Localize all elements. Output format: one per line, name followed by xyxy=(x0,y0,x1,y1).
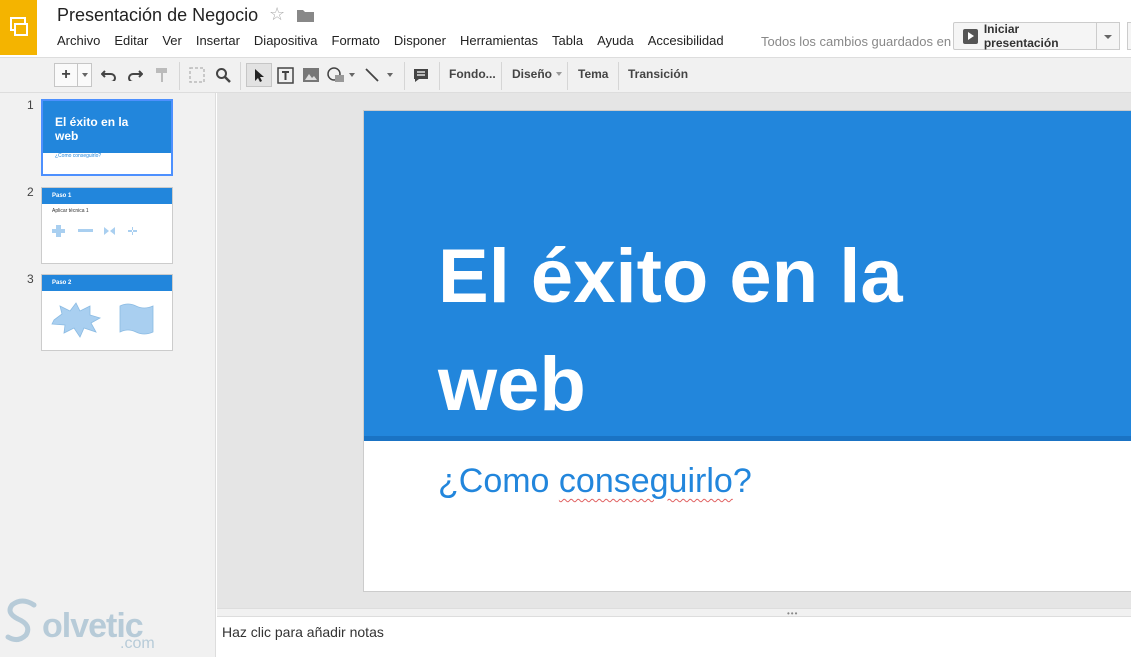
transition-button[interactable]: Transición xyxy=(628,67,688,81)
theme-button[interactable]: Tema xyxy=(578,67,608,81)
save-status[interactable]: Todos los cambios guardados en xyxy=(761,34,951,49)
thumb-title: Paso 1 xyxy=(52,193,72,199)
play-icon xyxy=(963,28,978,44)
toolbar-divider xyxy=(618,62,619,90)
shape-icon[interactable] xyxy=(326,63,346,87)
folder-icon[interactable] xyxy=(297,9,314,22)
new-slide-button[interactable]: + xyxy=(54,63,78,87)
menu-diapositiva[interactable]: Diapositiva xyxy=(247,33,325,51)
notes-placeholder: Haz clic para añadir notas xyxy=(222,624,384,640)
text-box-icon[interactable] xyxy=(275,63,295,87)
toolbar-divider xyxy=(404,62,405,90)
shape-dropdown[interactable] xyxy=(347,63,357,87)
spellcheck-word[interactable]: conseguirlo xyxy=(559,462,733,500)
thumb-shapes xyxy=(52,225,137,237)
slide-thumbnail-3[interactable]: Paso 2 xyxy=(41,274,173,351)
paint-format-icon[interactable] xyxy=(152,63,172,87)
speaker-notes[interactable]: Haz clic para añadir notas xyxy=(217,617,1131,657)
chevron-down-icon xyxy=(387,73,393,77)
notes-resize-handle[interactable]: ••• xyxy=(217,608,1131,618)
menu-herramientas[interactable]: Herramientas xyxy=(453,33,545,51)
redo-icon[interactable] xyxy=(125,63,145,87)
chevron-down-icon xyxy=(556,72,563,76)
thumb-subtitle: ¿Como conseguirlo? xyxy=(55,153,102,159)
slide-thumbnail-1[interactable]: El éxito en la web ¿Como conseguirlo? xyxy=(41,99,173,176)
select-tool-icon[interactable] xyxy=(246,63,272,87)
menu-formato[interactable]: Formato xyxy=(325,33,387,51)
toolbar-divider xyxy=(240,62,241,90)
slide-canvas: El éxito en la web ¿Como conseguirlo? xyxy=(217,93,1131,608)
menu-accesibilidad[interactable]: Accesibilidad xyxy=(641,33,731,51)
slides-logo[interactable] xyxy=(0,0,37,55)
slide-title[interactable]: El éxito en la web xyxy=(438,223,1038,439)
thumb-title: El éxito en la web xyxy=(55,115,129,143)
menu-disponer[interactable]: Disponer xyxy=(387,33,453,51)
menu-archivo[interactable]: Archivo xyxy=(50,33,107,51)
layout-button[interactable]: Diseño xyxy=(512,67,563,81)
menu-ver[interactable]: Ver xyxy=(155,33,189,51)
menu-editar[interactable]: Editar xyxy=(107,33,155,51)
menu-tabla[interactable]: Tabla xyxy=(545,33,590,51)
new-slide-dropdown[interactable] xyxy=(78,63,92,87)
start-presentation-label: Iniciar presentación xyxy=(983,22,1059,50)
menu-insertar[interactable]: Insertar xyxy=(189,33,247,51)
watermark-s-icon xyxy=(5,598,37,643)
star-icon[interactable]: ☆ xyxy=(269,4,285,25)
current-slide[interactable]: El éxito en la web ¿Como conseguirlo? xyxy=(363,110,1131,592)
start-presentation-button[interactable]: Iniciar presentación xyxy=(953,22,1097,50)
layout-button-label: Diseño xyxy=(512,67,553,81)
document-title[interactable]: Presentación de Negocio xyxy=(57,5,258,26)
image-icon[interactable] xyxy=(301,63,321,87)
thumb-body: Aplicar técnica 1 xyxy=(52,208,89,214)
watermark-logo: olvetic .com xyxy=(4,593,164,657)
undo-icon[interactable] xyxy=(99,63,119,87)
slide-subtitle[interactable]: ¿Como conseguirlo? xyxy=(438,462,752,501)
menu-ayuda[interactable]: Ayuda xyxy=(590,33,641,51)
subtitle-prefix: ¿Como xyxy=(438,462,559,500)
thumb-title: Paso 2 xyxy=(52,280,72,286)
menu-bar: Archivo Editar Ver Insertar Diapositiva … xyxy=(50,33,731,51)
app-header: Presentación de Negocio ☆ Archivo Editar… xyxy=(0,0,1131,57)
slide-number: 1 xyxy=(27,98,34,112)
background-button[interactable]: Fondo... xyxy=(449,67,496,81)
presentation-options-dropdown[interactable] xyxy=(1097,22,1120,50)
slides-logo-icon xyxy=(10,17,28,36)
thumb-shapes xyxy=(51,302,154,338)
zoom-fit-icon[interactable] xyxy=(187,63,207,87)
share-button[interactable] xyxy=(1127,22,1131,50)
watermark-suffix: .com xyxy=(120,635,155,652)
toolbar-divider xyxy=(439,62,440,90)
toolbar: + Fondo... Diseño Tema Transición xyxy=(0,57,1131,93)
toolbar-divider xyxy=(567,62,568,90)
slide-filmstrip: 1 El éxito en la web ¿Como conseguirlo? … xyxy=(0,93,216,657)
chevron-down-icon xyxy=(349,73,355,77)
chevron-down-icon xyxy=(81,73,88,77)
line-dropdown[interactable] xyxy=(385,63,395,87)
subtitle-suffix: ? xyxy=(732,462,752,500)
slide-number: 2 xyxy=(27,185,34,199)
slide-thumbnail-2[interactable]: Paso 1 Aplicar técnica 1 xyxy=(41,187,173,264)
toolbar-divider xyxy=(179,62,180,90)
toolbar-divider xyxy=(501,62,502,90)
slide-number: 3 xyxy=(27,272,34,286)
line-icon[interactable] xyxy=(362,63,382,87)
zoom-icon[interactable] xyxy=(213,63,233,87)
comment-icon[interactable] xyxy=(411,63,431,87)
